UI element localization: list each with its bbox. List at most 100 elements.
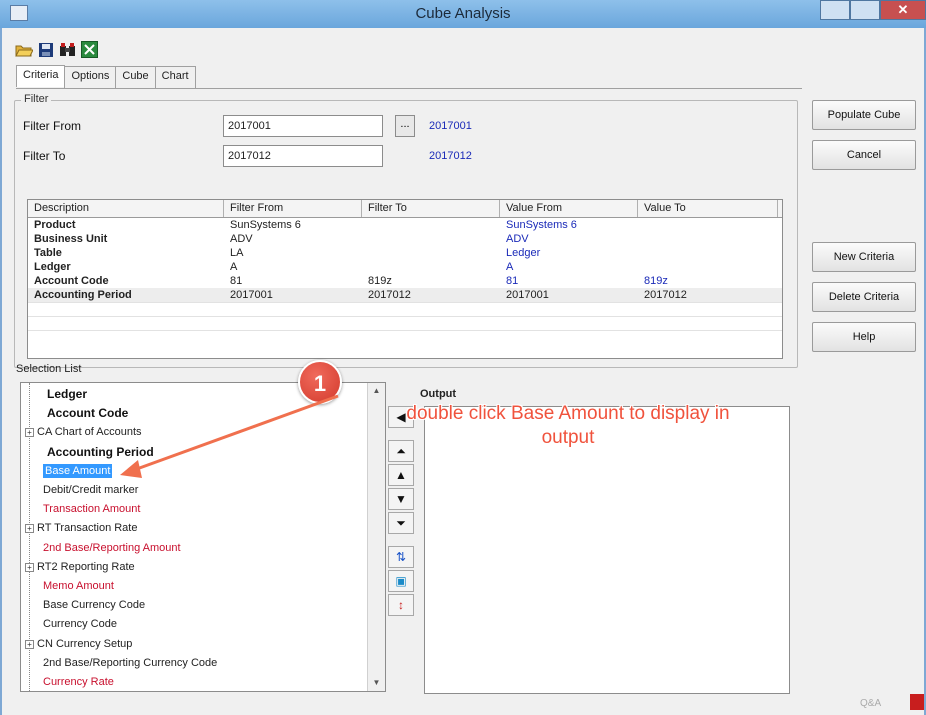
watermark-logo: [910, 694, 924, 710]
table-row[interactable]: Ledger A A: [28, 260, 782, 274]
table-empty-row: [28, 316, 782, 330]
window-title: Cube Analysis: [415, 5, 511, 22]
sort-az-icon[interactable]: ↕: [388, 594, 414, 616]
tab-criteria[interactable]: Criteria: [16, 65, 66, 87]
delete-criteria-button[interactable]: Delete Criteria: [812, 282, 916, 312]
table-cell: [638, 246, 778, 260]
table-cell: LA: [230, 247, 244, 259]
list-item-label: RT2 Reporting Rate: [37, 560, 135, 573]
list-item[interactable]: Currency Code: [43, 615, 117, 634]
filter-group-label: Filter: [21, 93, 52, 105]
column-header[interactable]: Filter To: [362, 200, 500, 217]
move-bottom-button[interactable]: ⏷: [388, 512, 414, 534]
scroll-down-icon[interactable]: ▼: [368, 675, 385, 691]
list-item[interactable]: Transaction Amount: [43, 500, 140, 519]
binoculars-icon[interactable]: [58, 40, 77, 59]
list-item[interactable]: 2nd Base/Reporting Amount: [43, 539, 181, 558]
selection-list[interactable]: Ledger Account Code + CA Chart of Accounts A…: [20, 382, 386, 692]
populate-cube-button[interactable]: Populate Cube: [812, 100, 916, 130]
list-item[interactable]: + CA Chart of Accounts: [25, 423, 142, 442]
list-item[interactable]: Debit/Credit marker: [43, 481, 138, 500]
minimize-button[interactable]: [820, 0, 850, 20]
column-header[interactable]: Filter From: [224, 200, 362, 217]
table-cell: [638, 260, 778, 274]
list-item[interactable]: 2nd Base/Reporting Currency Code: [43, 654, 217, 673]
watermark-text: Q&A: [860, 698, 882, 709]
list-item[interactable]: Ledger: [47, 385, 87, 404]
tab-cube[interactable]: Cube: [115, 66, 156, 88]
filter-icon[interactable]: ▣: [388, 570, 414, 592]
filter-to-display: 2017012: [429, 150, 472, 162]
list-item-label: Accounting Period: [47, 444, 154, 459]
open-folder-icon[interactable]: [14, 40, 33, 59]
move-up-button[interactable]: ▲: [388, 464, 414, 486]
table-cell: [638, 232, 778, 246]
close-button[interactable]: ✕: [880, 0, 926, 20]
filter-from-label: Filter From: [23, 119, 81, 133]
expand-icon[interactable]: +: [25, 524, 34, 534]
list-item[interactable]: Base Amount: [43, 462, 113, 481]
column-header[interactable]: Value To: [638, 200, 778, 217]
list-item-label: 2nd Base/Reporting Amount: [43, 541, 181, 554]
filter-to-input[interactable]: [223, 145, 383, 167]
list-item[interactable]: Account Code: [47, 404, 128, 423]
help-button[interactable]: Help: [812, 322, 916, 352]
toolbar: [14, 40, 99, 62]
table-cell: 819z: [368, 275, 392, 287]
column-header[interactable]: Description: [28, 200, 224, 217]
list-item[interactable]: + RT2 Reporting Rate: [25, 558, 135, 577]
table-cell: [362, 218, 500, 232]
criteria-table[interactable]: Description Filter From Filter To Value …: [27, 199, 783, 359]
tab-chart[interactable]: Chart: [154, 66, 196, 88]
column-header[interactable]: Value From: [500, 200, 638, 217]
table-cell: SunSystems 6: [230, 219, 301, 231]
window-body: Criteria Options Cube Chart Filter Filte…: [0, 28, 926, 715]
table-row[interactable]: Table LA Ledger: [28, 246, 782, 260]
table-row[interactable]: Accounting Period 2017001 2017012 201700…: [28, 288, 782, 302]
list-item-label: CN Currency Setup: [37, 637, 133, 650]
new-criteria-button[interactable]: New Criteria: [812, 242, 916, 272]
table-cell: SunSystems 6: [506, 219, 577, 231]
table-cell: A: [230, 261, 238, 273]
cancel-button[interactable]: Cancel: [812, 140, 916, 170]
list-item[interactable]: + CN Currency Setup: [25, 635, 132, 654]
sort-icon[interactable]: ⇅: [388, 546, 414, 568]
table-cell: Table: [34, 247, 62, 259]
list-item-label: Currency Rate: [43, 676, 114, 688]
table-row[interactable]: Account Code 81 819z 81 819z: [28, 274, 782, 288]
list-item[interactable]: Currency Rate: [43, 673, 114, 691]
save-icon[interactable]: [36, 40, 55, 59]
expand-icon[interactable]: +: [25, 428, 34, 438]
table-cell: 2017012: [644, 289, 687, 301]
list-item[interactable]: Accounting Period: [47, 443, 154, 462]
list-item-label: Ledger: [47, 387, 88, 401]
maximize-button[interactable]: [850, 0, 880, 20]
move-down-button[interactable]: ▼: [388, 488, 414, 510]
table-cell: 2017001: [230, 289, 273, 301]
filter-from-browse-button[interactable]: ...: [395, 115, 415, 137]
table-cell: A: [506, 261, 514, 273]
selection-list-label: Selection List: [16, 363, 82, 375]
table-cell: [362, 246, 500, 260]
list-item-label: 2nd Base/Reporting Currency Code: [43, 656, 218, 669]
list-item[interactable]: + RT Transaction Rate: [25, 519, 137, 538]
list-item-label: CA Chart of Accounts: [37, 426, 142, 439]
table-cell: 81: [506, 275, 519, 287]
filter-from-input[interactable]: [223, 115, 383, 137]
title-bar: Cube Analysis ✕: [0, 0, 926, 28]
table-cell: 819z: [644, 275, 668, 287]
list-item[interactable]: Base Currency Code: [43, 596, 145, 615]
table-cell: Ledger: [506, 247, 541, 259]
table-row[interactable]: Product SunSystems 6 SunSystems 6: [28, 218, 782, 232]
table-row[interactable]: Business Unit ADV ADV: [28, 232, 782, 246]
expand-icon[interactable]: +: [25, 562, 34, 572]
excel-export-icon[interactable]: [80, 40, 99, 59]
step-number-badge: 1: [298, 360, 342, 404]
tab-options[interactable]: Options: [64, 66, 117, 88]
scroll-up-icon[interactable]: ▲: [368, 383, 385, 399]
table-cell: ADV: [230, 233, 253, 245]
list-item[interactable]: Memo Amount: [43, 577, 114, 596]
criteria-table-header: Description Filter From Filter To Value …: [28, 200, 782, 218]
expand-icon[interactable]: +: [25, 639, 34, 649]
tab-strip: Criteria Options Cube Chart: [16, 65, 196, 88]
